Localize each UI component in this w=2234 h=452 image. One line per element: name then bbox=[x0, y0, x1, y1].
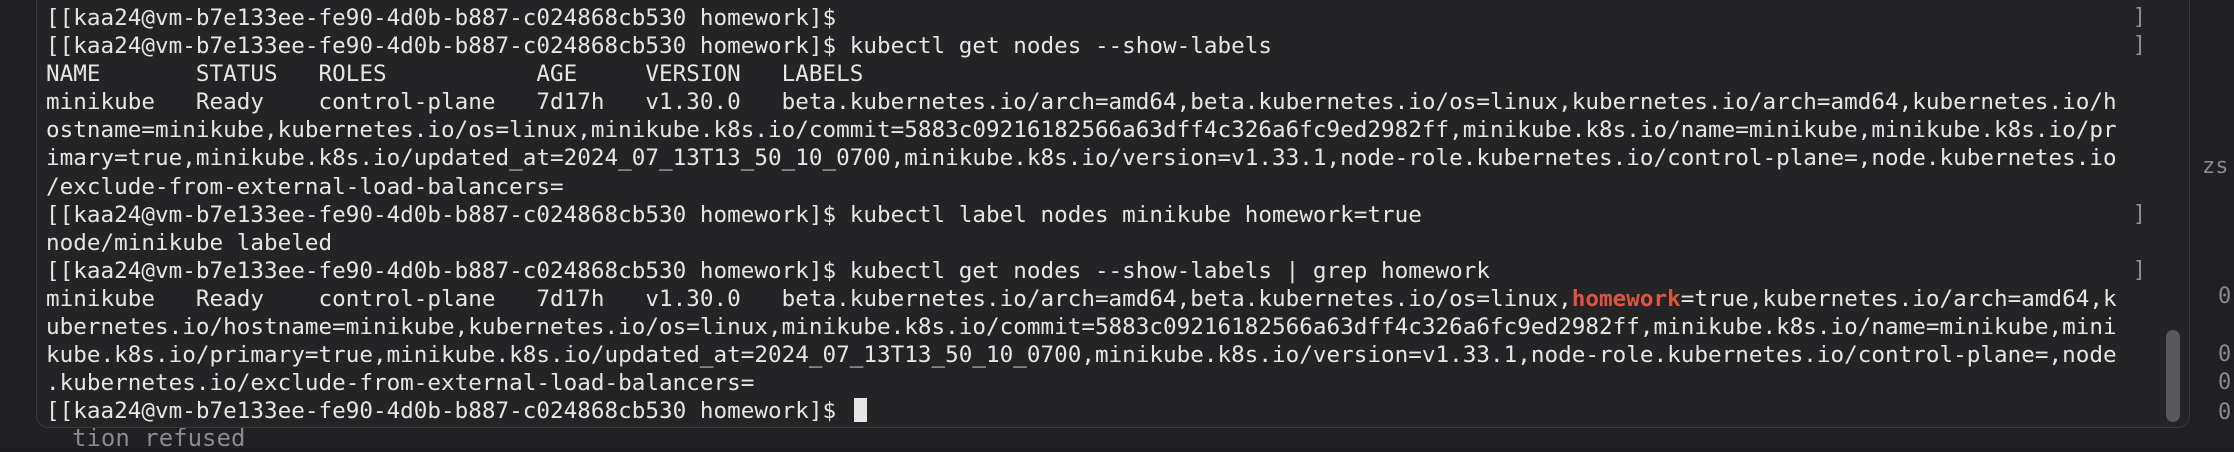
terminal-line: [[kaa24@vm-b7e133ee-fe90-4d0b-b887-c0248… bbox=[46, 257, 2162, 285]
terminal-line-text: [[kaa24@vm-b7e133ee-fe90-4d0b-b887-c0248… bbox=[46, 5, 837, 31]
terminal-line-text: minikube Ready control-plane 7d17h v1.30… bbox=[46, 285, 1572, 312]
background-text-fragment: 0. bbox=[2218, 370, 2234, 395]
terminal-line: minikube Ready control-plane 7d17h v1.30… bbox=[46, 285, 2162, 313]
terminal-line-text: kube.k8s.io/primary=true,minikube.k8s.io… bbox=[46, 342, 2117, 369]
terminal-line: [[kaa24@vm-b7e133ee-fe90-4d0b-b887-c0248… bbox=[46, 4, 2162, 32]
terminal-line: [[kaa24@vm-b7e133ee-fe90-4d0b-b887-c0248… bbox=[46, 32, 2162, 60]
scrollbar-thumb[interactable] bbox=[2166, 330, 2180, 422]
scrollbar-track[interactable] bbox=[2166, 0, 2186, 426]
terminal-line: kube.k8s.io/primary=true,minikube.k8s.io… bbox=[46, 341, 2162, 369]
terminal-line: minikube Ready control-plane 7d17h v1.30… bbox=[46, 88, 2162, 116]
terminal-line-text: [[kaa24@vm-b7e133ee-fe90-4d0b-b887-c0248… bbox=[46, 257, 1490, 284]
text-cursor bbox=[853, 398, 867, 423]
grep-match-highlight: homework bbox=[1571, 285, 1681, 312]
terminal-line-text: node/minikube labeled bbox=[46, 229, 333, 256]
line-end-marker: ] bbox=[2132, 201, 2146, 227]
terminal-line: [[kaa24@vm-b7e133ee-fe90-4d0b-b887-c0248… bbox=[46, 397, 2162, 425]
terminal-line-text: [[kaa24@vm-b7e133ee-fe90-4d0b-b887-c0248… bbox=[46, 33, 1273, 60]
terminal-line-text: .kubernetes.io/exclude-from-external-loa… bbox=[46, 370, 755, 397]
background-text-fragment: zs bbox=[2202, 154, 2229, 179]
terminal-line-text: [[kaa24@vm-b7e133ee-fe90-4d0b-b887-c0248… bbox=[46, 201, 1422, 228]
background-text-fragment: 0. bbox=[2218, 284, 2234, 309]
terminal-window[interactable]: [[kaa24@vm-b7e133ee-fe90-4d0b-b887-c0248… bbox=[36, 0, 2190, 428]
terminal-output[interactable]: [[kaa24@vm-b7e133ee-fe90-4d0b-b887-c0248… bbox=[46, 4, 2162, 425]
terminal-line: ostname=minikube,kubernetes.io/os=linux,… bbox=[46, 116, 2162, 144]
terminal-line-text: [[kaa24@vm-b7e133ee-fe90-4d0b-b887-c0248… bbox=[46, 398, 850, 425]
terminal-line: ubernetes.io/hostname=minikube,kubernete… bbox=[46, 313, 2162, 341]
terminal-line-text: NAME STATUS ROLES AGE VERSION LABELS bbox=[46, 61, 864, 88]
terminal-line-text: /exclude-from-external-load-balancers= bbox=[46, 173, 564, 200]
terminal-line-text: ostname=minikube,kubernetes.io/os=linux,… bbox=[46, 117, 2117, 144]
terminal-line-text: =true,kubernetes.io/arch=amd64,k bbox=[1680, 285, 2117, 312]
terminal-line: .kubernetes.io/exclude-from-external-loa… bbox=[46, 369, 2162, 397]
line-end-marker: ] bbox=[2132, 257, 2146, 283]
terminal-line-text: minikube Ready control-plane 7d17h v1.30… bbox=[46, 89, 2117, 116]
line-end-marker: ] bbox=[2132, 33, 2146, 59]
line-end-marker: ] bbox=[2132, 5, 2146, 30]
terminal-line-text: imary=true,minikube.k8s.io/updated_at=20… bbox=[46, 145, 2117, 172]
background-text-fragment: 0. bbox=[2218, 400, 2234, 425]
terminal-line-text: ubernetes.io/hostname=minikube,kubernete… bbox=[46, 314, 2117, 341]
background-text-fragment: 0. bbox=[2218, 342, 2234, 367]
terminal-line: /exclude-from-external-load-balancers= bbox=[46, 173, 2162, 201]
terminal-line: NAME STATUS ROLES AGE VERSION LABELS bbox=[46, 60, 2162, 88]
terminal-line: node/minikube labeled bbox=[46, 229, 2162, 257]
terminal-line: imary=true,minikube.k8s.io/updated_at=20… bbox=[46, 144, 2162, 172]
terminal-line: [[kaa24@vm-b7e133ee-fe90-4d0b-b887-c0248… bbox=[46, 201, 2162, 229]
